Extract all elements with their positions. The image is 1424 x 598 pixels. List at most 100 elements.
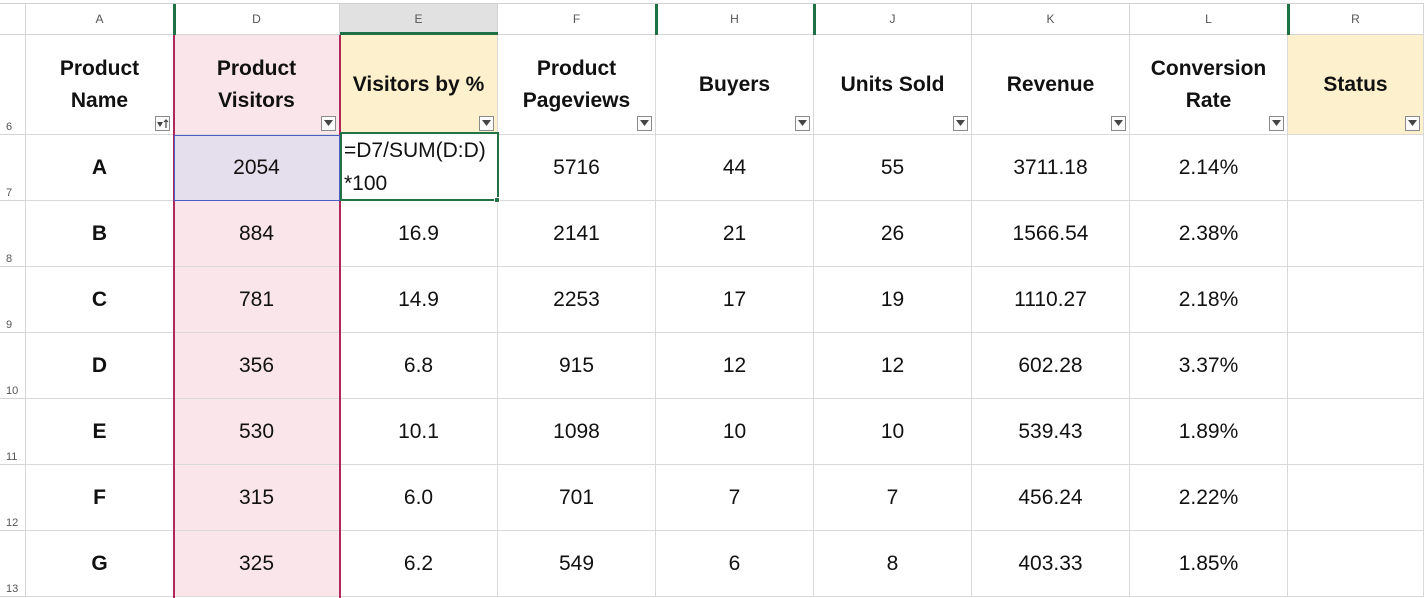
- cell-buyers[interactable]: 12: [656, 333, 814, 399]
- header-units-sold[interactable]: Units Sold: [814, 35, 972, 135]
- cell-product-name[interactable]: E: [26, 399, 174, 465]
- cell-visitors-pct[interactable]: 14.9: [340, 267, 498, 333]
- cell-revenue[interactable]: 1566.54: [972, 201, 1130, 267]
- cell-buyers[interactable]: 17: [656, 267, 814, 333]
- cell-revenue[interactable]: 3711.18: [972, 135, 1130, 201]
- column-header-f[interactable]: F: [498, 4, 656, 35]
- cell-conversion-rate[interactable]: 1.89%: [1130, 399, 1288, 465]
- cell-visitors-pct[interactable]: 6.0: [340, 465, 498, 531]
- cell-status[interactable]: [1288, 531, 1424, 597]
- cell-buyers[interactable]: 21: [656, 201, 814, 267]
- column-header-r[interactable]: R: [1288, 4, 1424, 35]
- cell-units-sold[interactable]: 12: [814, 333, 972, 399]
- cell-status[interactable]: [1288, 465, 1424, 531]
- cell-conversion-rate[interactable]: 2.18%: [1130, 267, 1288, 333]
- cell-product-pageviews[interactable]: 549: [498, 531, 656, 597]
- cell-revenue[interactable]: 403.33: [972, 531, 1130, 597]
- column-header-a[interactable]: A: [26, 4, 174, 35]
- header-status[interactable]: Status: [1288, 35, 1424, 135]
- cell-visitors-pct[interactable]: 6.8: [340, 333, 498, 399]
- select-all-corner[interactable]: [0, 4, 26, 35]
- cell-product-visitors[interactable]: 884: [174, 201, 340, 267]
- row-header-9[interactable]: 9: [0, 267, 26, 333]
- header-conversion-rate[interactable]: Conversion Rate: [1130, 35, 1288, 135]
- cell-revenue[interactable]: 456.24: [972, 465, 1130, 531]
- cell-buyers[interactable]: 10: [656, 399, 814, 465]
- cell-product-pageviews[interactable]: 701: [498, 465, 656, 531]
- fill-handle[interactable]: [494, 197, 500, 203]
- cell-revenue[interactable]: 539.43: [972, 399, 1130, 465]
- column-header-d[interactable]: D: [174, 4, 340, 35]
- cell-conversion-rate[interactable]: 2.22%: [1130, 465, 1288, 531]
- cell-revenue[interactable]: 1110.27: [972, 267, 1130, 333]
- header-revenue[interactable]: Revenue: [972, 35, 1130, 135]
- column-header-k[interactable]: K: [972, 4, 1130, 35]
- column-header-l[interactable]: L: [1130, 4, 1288, 35]
- cell-visitors-pct[interactable]: 6.2: [340, 531, 498, 597]
- header-product-name[interactable]: Product Name: [26, 35, 174, 135]
- cell-buyers[interactable]: 44: [656, 135, 814, 201]
- cell-product-name[interactable]: F: [26, 465, 174, 531]
- row-header-12[interactable]: 12: [0, 465, 26, 531]
- cell-product-visitors[interactable]: 325: [174, 531, 340, 597]
- row-header-11[interactable]: 11: [0, 399, 26, 465]
- row-header-10[interactable]: 10: [0, 333, 26, 399]
- cell-product-visitors[interactable]: 781: [174, 267, 340, 333]
- header-product-visitors[interactable]: Product Visitors: [174, 35, 340, 135]
- cell-revenue[interactable]: 602.28: [972, 333, 1130, 399]
- cell-product-pageviews[interactable]: 1098: [498, 399, 656, 465]
- filter-dropdown-icon[interactable]: [155, 116, 170, 131]
- cell-product-pageviews[interactable]: 915: [498, 333, 656, 399]
- cell-units-sold[interactable]: 8: [814, 531, 972, 597]
- cell-status[interactable]: [1288, 201, 1424, 267]
- filter-dropdown-icon[interactable]: [795, 116, 810, 131]
- cell-product-name[interactable]: D: [26, 333, 174, 399]
- cell-product-pageviews[interactable]: 2253: [498, 267, 656, 333]
- cell-status[interactable]: [1288, 135, 1424, 201]
- cell-visitors-pct[interactable]: 10.1: [340, 399, 498, 465]
- cell-status[interactable]: [1288, 267, 1424, 333]
- filter-dropdown-icon[interactable]: [1405, 116, 1420, 131]
- cell-product-visitors[interactable]: 530: [174, 399, 340, 465]
- row-header-13[interactable]: 13: [0, 531, 26, 597]
- filter-dropdown-icon[interactable]: [953, 116, 968, 131]
- cell-buyers[interactable]: 6: [656, 531, 814, 597]
- filter-dropdown-icon[interactable]: [479, 116, 494, 131]
- column-header-e[interactable]: E: [340, 4, 498, 35]
- cell-conversion-rate[interactable]: 2.14%: [1130, 135, 1288, 201]
- cell-units-sold[interactable]: 55: [814, 135, 972, 201]
- column-header-j[interactable]: J: [814, 4, 972, 35]
- filter-dropdown-icon[interactable]: [1111, 116, 1126, 131]
- cell-conversion-rate[interactable]: 3.37%: [1130, 333, 1288, 399]
- cell-conversion-rate[interactable]: 2.38%: [1130, 201, 1288, 267]
- cell-product-name[interactable]: C: [26, 267, 174, 333]
- header-product-pageviews[interactable]: Product Pageviews: [498, 35, 656, 135]
- filter-dropdown-icon[interactable]: [1269, 116, 1284, 131]
- cell-product-visitors[interactable]: 356: [174, 333, 340, 399]
- cell-product-name[interactable]: A: [26, 135, 174, 201]
- cell-conversion-rate[interactable]: 1.85%: [1130, 531, 1288, 597]
- cell-status[interactable]: [1288, 399, 1424, 465]
- row-header-7[interactable]: 7: [0, 135, 26, 201]
- cell-status[interactable]: [1288, 333, 1424, 399]
- cell-units-sold[interactable]: 19: [814, 267, 972, 333]
- cell-product-name[interactable]: B: [26, 201, 174, 267]
- column-header-h[interactable]: H: [656, 4, 814, 35]
- row-header-6[interactable]: 6: [0, 35, 26, 135]
- cell-product-pageviews[interactable]: 2141: [498, 201, 656, 267]
- filter-dropdown-icon[interactable]: [637, 116, 652, 131]
- filter-dropdown-icon[interactable]: [321, 116, 336, 131]
- cell-buyers[interactable]: 7: [656, 465, 814, 531]
- cell-visitors-pct[interactable]: 16.9: [340, 201, 498, 267]
- cell-product-pageviews[interactable]: 5716: [498, 135, 656, 201]
- active-cell-e7[interactable]: =D7/SUM(D:D) *100: [340, 132, 499, 201]
- active-cell-formula[interactable]: =D7/SUM(D:D) *100: [342, 134, 486, 200]
- row-header-8[interactable]: 8: [0, 201, 26, 267]
- header-visitors-pct[interactable]: Visitors by %: [340, 35, 498, 135]
- cell-units-sold[interactable]: 26: [814, 201, 972, 267]
- cell-product-name[interactable]: G: [26, 531, 174, 597]
- header-buyers[interactable]: Buyers: [656, 35, 814, 135]
- cell-units-sold[interactable]: 7: [814, 465, 972, 531]
- cell-units-sold[interactable]: 10: [814, 399, 972, 465]
- cell-product-visitors[interactable]: 315: [174, 465, 340, 531]
